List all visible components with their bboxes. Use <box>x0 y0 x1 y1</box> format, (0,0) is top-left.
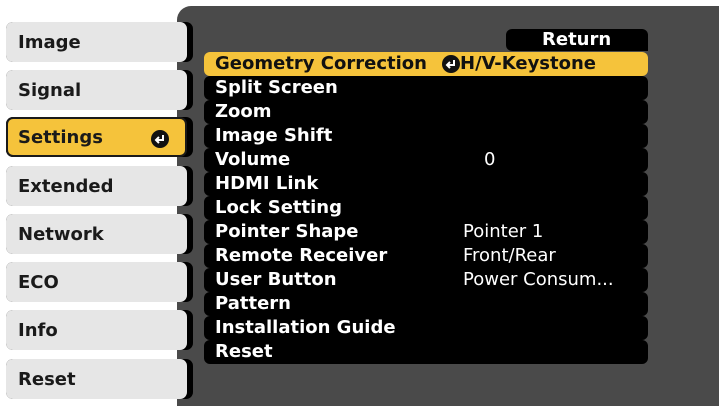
menu-item-installation-guide[interactable]: Installation Guide <box>204 316 648 340</box>
sidebar-item-label: Network <box>18 223 104 245</box>
sidebar-item-reset[interactable]: Reset <box>6 359 193 399</box>
sidebar-item-image[interactable]: Image <box>6 22 193 62</box>
sidebar-item-network[interactable]: Network <box>6 214 193 254</box>
sidebar-item-label: Extended <box>18 175 114 197</box>
menu-item-geometry-correction[interactable]: Geometry Correction H/V-Keystone <box>204 52 648 76</box>
menu-item-value: 0 <box>484 149 496 170</box>
menu-item-label: Geometry Correction <box>215 53 427 74</box>
enter-icon <box>151 130 169 148</box>
menu-item-pattern[interactable]: Pattern <box>204 292 648 316</box>
settings-menu-list: Return Geometry Correction H/V-Keystone … <box>204 29 648 369</box>
menu-item-label: Pointer Shape <box>215 221 359 242</box>
menu-item-value: Power Consum... <box>463 269 614 290</box>
menu-item-remote-receiver[interactable]: Remote Receiver Front/Rear <box>204 244 648 268</box>
return-button[interactable]: Return <box>506 29 648 51</box>
menu-item-label: HDMI Link <box>215 173 319 194</box>
menu-item-user-button[interactable]: User Button Power Consum... <box>204 268 648 292</box>
menu-item-label: Volume <box>215 149 291 170</box>
menu-item-label: Reset <box>215 341 273 362</box>
enter-icon <box>442 55 460 73</box>
menu-item-label: Remote Receiver <box>215 245 388 266</box>
menu-item-label: Split Screen <box>215 77 338 98</box>
menu-item-label: Lock Setting <box>215 197 342 218</box>
menu-item-volume[interactable]: Volume 0 <box>204 148 648 172</box>
menu-item-zoom[interactable]: Zoom <box>204 100 648 124</box>
menu-item-value: H/V-Keystone <box>460 53 597 74</box>
sidebar-item-settings[interactable]: Settings <box>6 117 193 157</box>
menu-item-label: Zoom <box>215 101 272 122</box>
menu-item-reset[interactable]: Reset <box>204 340 648 364</box>
menu-item-pointer-shape[interactable]: Pointer Shape Pointer 1 <box>204 220 648 244</box>
sidebar-item-extended[interactable]: Extended <box>6 166 193 206</box>
menu-item-label: User Button <box>215 269 337 290</box>
menu-item-split-screen[interactable]: Split Screen <box>204 76 648 100</box>
sidebar-item-label: Reset <box>18 368 76 390</box>
menu-item-label: Image Shift <box>215 125 333 146</box>
sidebar-item-label: Image <box>18 31 81 53</box>
sidebar-item-label: Info <box>18 319 58 341</box>
menu-item-value: Front/Rear <box>463 245 556 266</box>
sidebar-item-label: Settings <box>18 126 103 148</box>
sidebar-item-info[interactable]: Info <box>6 310 193 350</box>
menu-item-value: Pointer 1 <box>463 221 544 242</box>
sidebar-item-label: ECO <box>18 271 59 293</box>
return-label: Return <box>542 29 612 50</box>
menu-item-hdmi-link[interactable]: HDMI Link <box>204 172 648 196</box>
menu-item-lock-setting[interactable]: Lock Setting <box>204 196 648 220</box>
menu-item-label: Pattern <box>215 293 291 314</box>
menu-item-label: Installation Guide <box>215 317 396 338</box>
menu-item-image-shift[interactable]: Image Shift <box>204 124 648 148</box>
sidebar-item-signal[interactable]: Signal <box>6 70 193 110</box>
sidebar-item-label: Signal <box>18 79 82 101</box>
sidebar-item-eco[interactable]: ECO <box>6 262 193 302</box>
